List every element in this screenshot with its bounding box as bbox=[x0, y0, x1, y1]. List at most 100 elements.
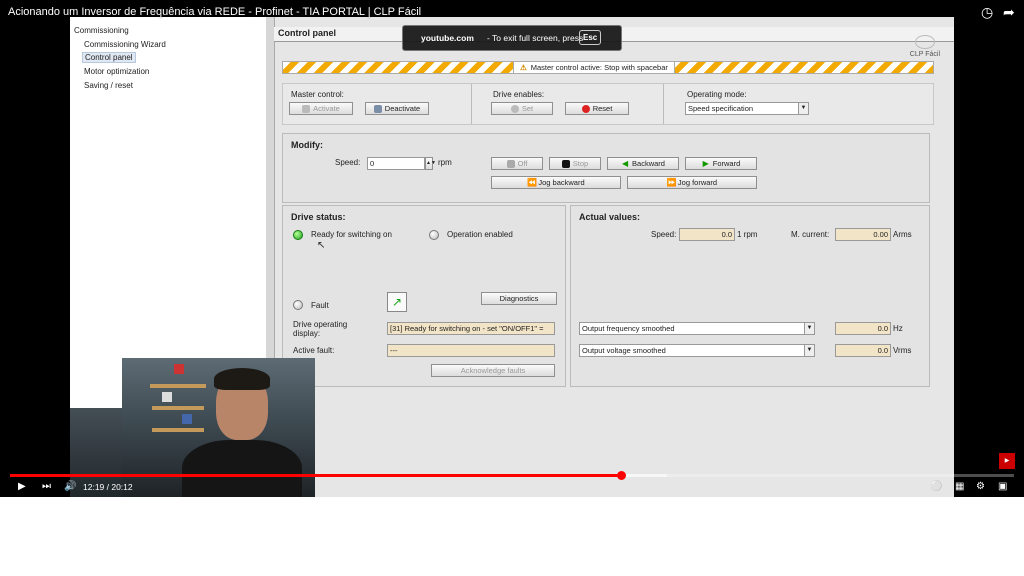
arrow-left-icon: ◀ bbox=[621, 159, 629, 169]
diagnostics-arrow-icon[interactable]: ↗ bbox=[387, 292, 407, 312]
volume-icon[interactable]: 🔊 bbox=[64, 481, 76, 492]
actual-speed-unit: 1 rpm bbox=[737, 230, 758, 239]
frequency-select[interactable]: Output frequency smoothed ▼ bbox=[579, 322, 815, 335]
jog-forward-button[interactable]: ⏩Jog forward bbox=[627, 176, 757, 189]
deactivate-button[interactable]: Deactivate bbox=[365, 102, 429, 115]
forward-button[interactable]: ▶ Forward bbox=[685, 157, 757, 170]
reset-button[interactable]: Reset bbox=[565, 102, 629, 115]
fault-label: Fault bbox=[311, 301, 329, 310]
shelf bbox=[152, 428, 204, 432]
toast-domain: youtube.com bbox=[421, 33, 474, 43]
stop-button[interactable]: Stop bbox=[549, 157, 601, 170]
active-fault-label: Active fault: bbox=[293, 346, 335, 355]
tree-item-commissioning-wizard[interactable]: Commissioning Wizard bbox=[84, 40, 166, 49]
modify-section: Modify: Speed: 0 ▲▼ rpm Off Stop ◀ Backwa… bbox=[282, 133, 930, 203]
ready-status-label: Ready for switching on bbox=[311, 230, 392, 239]
video-title: Acionando um Inversor de Frequência via … bbox=[8, 6, 422, 18]
person-shirt bbox=[182, 440, 302, 497]
stop-icon bbox=[561, 160, 570, 169]
actual-values-title: Actual values: bbox=[579, 212, 641, 222]
deactivate-icon bbox=[373, 105, 382, 114]
operation-enabled-led bbox=[429, 230, 439, 240]
subtitles-icon[interactable]: ▦ bbox=[955, 481, 964, 492]
voltage-select[interactable]: Output voltage smoothed ▼ bbox=[579, 344, 815, 357]
shelf bbox=[152, 406, 204, 410]
tree-item-saving-reset[interactable]: Saving / reset bbox=[84, 81, 133, 90]
operating-mode-select[interactable]: Speed specification ▼ bbox=[685, 102, 809, 115]
frequency-field: 0.0 bbox=[835, 322, 891, 335]
motor-current-label: M. current: bbox=[791, 230, 830, 239]
panel-title: Control panel bbox=[278, 28, 336, 38]
exit-fullscreen-icon[interactable]: ▣ bbox=[998, 481, 1007, 492]
actual-speed-label: Speed: bbox=[651, 230, 677, 239]
person-hair bbox=[214, 368, 270, 390]
motor-current-field: 0.00 bbox=[835, 228, 891, 241]
watch-later-icon[interactable]: ◷ bbox=[981, 4, 993, 21]
progress-bar[interactable] bbox=[10, 471, 1014, 480]
operating-display-label: Drive operating display: bbox=[293, 320, 348, 338]
shelf bbox=[150, 384, 206, 388]
activate-button[interactable]: Activate bbox=[289, 102, 353, 115]
operation-enabled-label: Operation enabled bbox=[447, 230, 513, 239]
actual-values-section: Actual values: Speed: 0.0 1 rpm M. curre… bbox=[570, 205, 930, 387]
clp-logo: CLP Fácil bbox=[910, 35, 940, 58]
reset-icon bbox=[581, 105, 590, 114]
chevron-down-icon: ▼ bbox=[804, 323, 814, 334]
control-strip: Master control: Activate Deactivate Driv… bbox=[282, 83, 934, 125]
divider bbox=[471, 84, 472, 124]
chevron-down-icon: ▼ bbox=[804, 345, 814, 356]
drive-status-section: Drive status: Ready for switching on ↖ O… bbox=[282, 205, 566, 387]
backward-button[interactable]: ◀ Backward bbox=[607, 157, 679, 170]
motor-current-unit: Arms bbox=[893, 230, 912, 239]
gear-icon[interactable]: ⚙ bbox=[976, 481, 985, 492]
frequency-unit: Hz bbox=[893, 324, 903, 333]
activate-icon bbox=[302, 105, 311, 114]
master-control-label: Master control: bbox=[291, 90, 344, 99]
check-icon bbox=[510, 105, 519, 114]
modify-title: Modify: bbox=[291, 140, 323, 150]
warning-bar: ⚠ Master control active: Stop with spaceb… bbox=[282, 61, 934, 74]
esc-key: Esc bbox=[579, 30, 602, 45]
actual-speed-field: 0.0 bbox=[679, 228, 735, 241]
operating-display-field: [31] Ready for switching on - set "ON/OF… bbox=[387, 322, 555, 335]
shelf-item bbox=[162, 392, 172, 402]
fullscreen-toast: youtube.com - To exit full screen, press… bbox=[402, 25, 622, 51]
acknowledge-faults-button[interactable]: Acknowledge faults bbox=[431, 364, 555, 377]
fault-led bbox=[293, 300, 303, 310]
shelf-item bbox=[174, 364, 184, 374]
speed-stepper[interactable]: ▲▼ bbox=[425, 157, 436, 170]
off-icon bbox=[506, 160, 515, 169]
jog-backward-button[interactable]: ⏪Jog backward bbox=[491, 176, 621, 189]
set-button[interactable]: Set bbox=[491, 102, 553, 115]
autoplay-toggle-icon[interactable]: ⚪ bbox=[930, 481, 942, 492]
shelf-item bbox=[182, 414, 192, 424]
speed-setpoint-unit: rpm bbox=[438, 158, 452, 167]
voltage-unit: Vrms bbox=[893, 346, 912, 355]
off-button[interactable]: Off bbox=[491, 157, 543, 170]
mouse-cursor-icon: ↖ bbox=[317, 240, 326, 251]
channel-watermark-icon[interactable]: ▶ bbox=[999, 453, 1015, 469]
ready-status-led bbox=[293, 230, 303, 240]
tree-item-control-panel[interactable]: Control panel bbox=[82, 52, 136, 63]
active-fault-field: --- bbox=[387, 344, 555, 357]
double-arrow-left-icon: ⏪ bbox=[527, 178, 538, 188]
played-bar bbox=[10, 474, 623, 477]
next-icon[interactable]: ⏭ bbox=[42, 481, 51, 492]
drive-enables-label: Drive enables: bbox=[493, 90, 545, 99]
arrow-right-icon: ▶ bbox=[702, 159, 709, 169]
tree-root[interactable]: Commissioning bbox=[74, 26, 129, 35]
warning-message: ⚠ Master control active: Stop with spaceb… bbox=[513, 62, 675, 73]
speed-setpoint-input[interactable]: 0 bbox=[367, 157, 425, 170]
toast-text: - To exit full screen, press bbox=[487, 33, 584, 43]
divider bbox=[663, 84, 664, 124]
double-arrow-right-icon: ⏩ bbox=[666, 178, 677, 188]
lightbulb-icon bbox=[914, 35, 935, 49]
diagnostics-button[interactable]: Diagnostics bbox=[481, 292, 557, 305]
play-icon[interactable]: ▶ bbox=[18, 481, 26, 492]
warning-icon: ⚠ bbox=[520, 63, 527, 72]
video-player[interactable]: Acionando um Inversor de Frequência via … bbox=[0, 0, 1024, 497]
share-icon[interactable]: ➦ bbox=[1003, 4, 1015, 21]
chevron-down-icon: ▼ bbox=[798, 103, 808, 114]
tree-item-motor-optimization[interactable]: Motor optimization bbox=[84, 67, 149, 76]
voltage-field: 0.0 bbox=[835, 344, 891, 357]
